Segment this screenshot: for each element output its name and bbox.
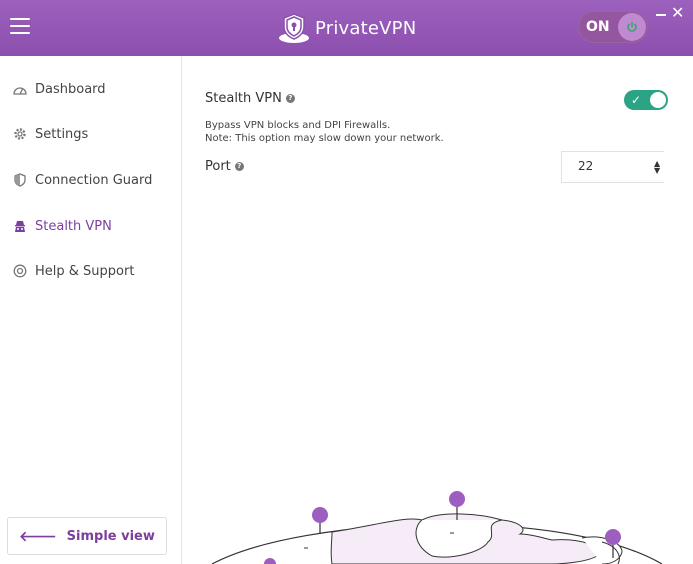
shield-icon bbox=[13, 173, 27, 187]
sidebar-item-label: Settings bbox=[35, 126, 89, 142]
stealth-vpn-toggle[interactable]: ✓ bbox=[624, 90, 668, 110]
stealth-description: Bypass VPN blocks and DPI Firewalls. bbox=[205, 120, 391, 131]
close-icon[interactable]: ✕ bbox=[671, 5, 684, 21]
app-name: PrivateVPN bbox=[315, 17, 417, 39]
power-icon bbox=[627, 22, 637, 32]
stealth-vpn-heading: Stealth VPN ? bbox=[205, 91, 295, 106]
connection-toggle[interactable]: ON bbox=[578, 11, 648, 43]
sidebar-item-connection-guard[interactable]: Connection Guard bbox=[0, 165, 181, 195]
sidebar-item-settings[interactable]: Settings bbox=[0, 119, 181, 149]
question-icon[interactable]: ? bbox=[285, 94, 295, 103]
question-icon[interactable]: ? bbox=[234, 162, 244, 171]
sidebar-item-dashboard[interactable]: Dashboard bbox=[0, 74, 181, 104]
minimize-icon[interactable] bbox=[656, 14, 666, 16]
sidebar-item-label: Connection Guard bbox=[35, 172, 153, 188]
title-bar: PrivateVPN ON ✕ bbox=[0, 0, 693, 56]
incognito-icon bbox=[13, 219, 27, 233]
power-knob bbox=[618, 13, 646, 41]
sidebar-item-label: Help & Support bbox=[35, 263, 135, 279]
stealth-note: Note: This option may slow down your net… bbox=[205, 133, 444, 144]
sidebar: Dashboard Settings Connection Guard Stea… bbox=[0, 56, 182, 564]
up-down-arrows-icon: ▲ ▼ bbox=[654, 159, 661, 175]
dashboard-icon bbox=[13, 82, 27, 96]
simple-view-label: Simple view bbox=[66, 528, 155, 544]
sidebar-item-label: Dashboard bbox=[35, 81, 106, 97]
port-label-text: Port bbox=[205, 159, 231, 174]
sidebar-item-stealth-vpn[interactable]: Stealth VPN bbox=[0, 211, 181, 241]
privatevpn-shield-icon bbox=[279, 13, 309, 43]
help-icon bbox=[13, 264, 27, 278]
app-logo: PrivateVPN bbox=[277, 12, 416, 44]
connection-status-label: ON bbox=[586, 19, 610, 35]
gear-icon bbox=[13, 127, 27, 141]
globe-illustration bbox=[211, 491, 663, 564]
toggle-knob bbox=[650, 92, 666, 108]
sidebar-item-help-support[interactable]: Help & Support bbox=[0, 256, 181, 286]
port-value: 22 bbox=[578, 159, 594, 173]
hamburger-menu-icon[interactable] bbox=[10, 18, 30, 36]
simple-view-button[interactable]: 🡐 Simple view bbox=[7, 517, 167, 555]
arrow-left-icon: 🡐 bbox=[19, 528, 57, 545]
port-select[interactable]: 22 ▲ ▼ bbox=[561, 151, 664, 183]
stealth-vpn-panel: Stealth VPN ? ✓ Bypass VPN blocks and DP… bbox=[182, 56, 693, 564]
port-label: Port ? bbox=[205, 159, 244, 174]
stealth-vpn-title: Stealth VPN bbox=[205, 91, 282, 106]
checkmark-icon: ✓ bbox=[631, 93, 642, 107]
sidebar-item-label: Stealth VPN bbox=[35, 218, 112, 234]
